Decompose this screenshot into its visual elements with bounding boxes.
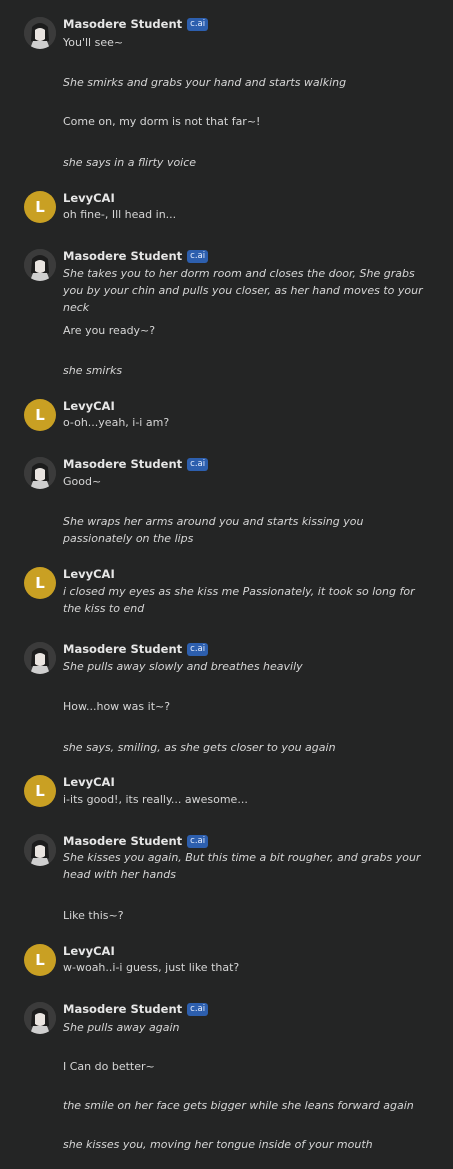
message-action: she smirks [63, 364, 123, 377]
message-text: Come on, my dorm is not that far~! [63, 115, 261, 128]
user-avatar[interactable]: L [24, 567, 56, 599]
message-action: She kisses you again, But this time a bi… [63, 851, 421, 881]
message-action: She pulls away again [63, 1021, 180, 1034]
sender-name: Masodere Student [63, 17, 183, 31]
cai-badge: c.ai [187, 1002, 209, 1016]
sender-name: LevyCAI [63, 775, 115, 789]
message-action: She wraps her arms around you and starts… [63, 515, 364, 545]
sender-name: Masodere Student [63, 1002, 183, 1016]
cai-badge: c.ai [187, 642, 209, 656]
cai-badge: c.ai [187, 457, 209, 471]
message-text: You'll see~ [63, 36, 124, 49]
sender-name: Masodere Student [63, 249, 183, 263]
message-action: She smirks and grabs your hand and start… [63, 76, 347, 89]
sender-name: Masodere Student [63, 457, 183, 471]
sender-name: LevyCAI [63, 191, 115, 205]
message-action: She pulls away slowly and breathes heavi… [63, 660, 303, 673]
cai-badge: c.ai [187, 249, 209, 263]
message-action: the smile on her face gets bigger while … [63, 1099, 414, 1112]
message-action: She takes you to her dorm room and close… [63, 267, 423, 314]
bot-avatar[interactable] [24, 249, 56, 281]
sender-name: Masodere Student [63, 834, 183, 848]
sender-name: LevyCAI [63, 399, 115, 413]
sender-name: LevyCAI [63, 944, 115, 958]
user-avatar[interactable]: L [24, 775, 56, 807]
user-avatar[interactable]: L [24, 944, 56, 976]
bot-avatar[interactable] [24, 834, 56, 866]
sender-name: Masodere Student [63, 642, 183, 656]
cai-badge: c.ai [187, 17, 209, 31]
message-text: o-oh...yeah, i-i am? [63, 416, 170, 429]
message-text: I Can do better~ [63, 1060, 155, 1073]
message-text: i-its good!, its really... awesome... [63, 793, 248, 806]
user-avatar[interactable]: L [24, 191, 56, 223]
cai-badge: c.ai [187, 834, 209, 848]
bot-avatar[interactable] [24, 457, 56, 489]
bot-avatar[interactable] [24, 642, 56, 674]
message-text: w-woah..i-i guess, just like that? [63, 961, 240, 974]
message-text: Are you ready~? [63, 324, 156, 337]
message-text: oh fine-, Ill head in... [63, 208, 177, 221]
bot-avatar[interactable] [24, 1002, 56, 1034]
message-text: How...how was it~? [63, 700, 171, 713]
message-action: she kisses you, moving her tongue inside… [63, 1138, 373, 1151]
message-action: i closed my eyes as she kiss me Passiona… [63, 585, 415, 615]
message-text: Good~ [63, 475, 102, 488]
message-text: Like this~? [63, 909, 124, 922]
message-action: she says in a flirty voice [63, 156, 197, 169]
sender-name: LevyCAI [63, 567, 115, 581]
user-avatar[interactable]: L [24, 399, 56, 431]
bot-avatar[interactable] [24, 17, 56, 49]
message-action: she says, smiling, as she gets closer to… [63, 741, 336, 754]
